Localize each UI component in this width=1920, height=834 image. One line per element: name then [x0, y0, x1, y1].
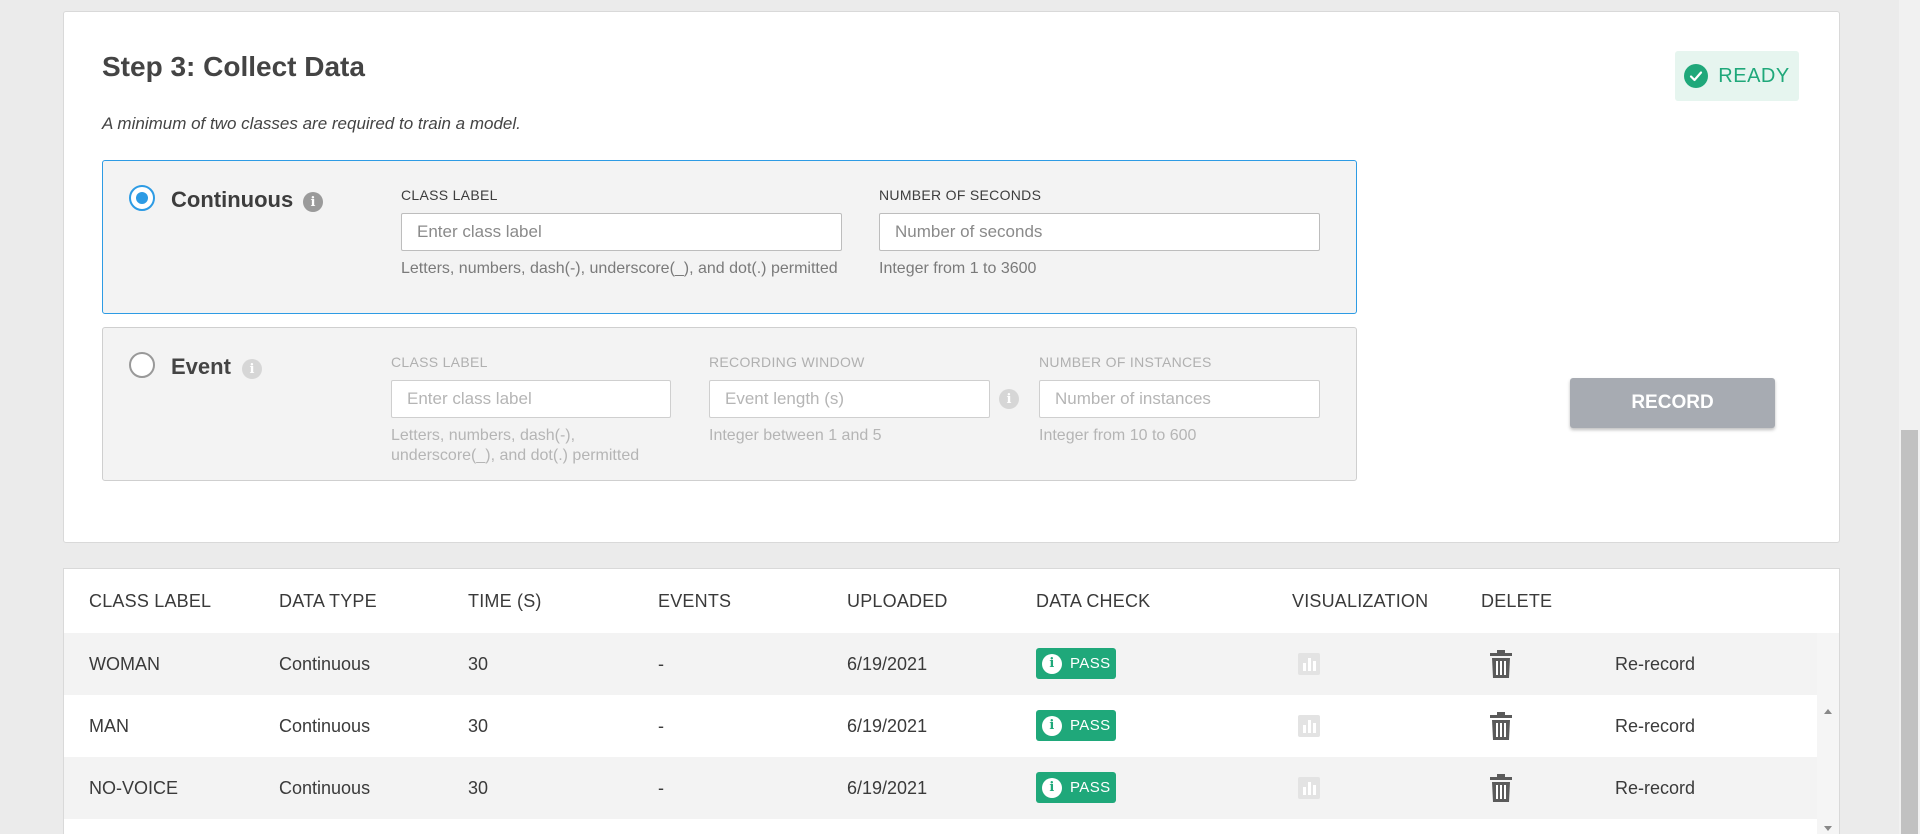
- row-time: 30: [468, 777, 489, 798]
- row-class-label: MAN: [89, 715, 129, 736]
- header-data-type: DATA TYPE: [279, 590, 377, 611]
- status-badge: READY: [1675, 51, 1799, 101]
- info-icon: i: [1042, 715, 1062, 736]
- event-class-label-help: Letters, numbers, dash(-), underscore(_)…: [391, 427, 640, 464]
- seconds-input[interactable]: [879, 213, 1320, 251]
- trash-icon[interactable]: [1490, 774, 1512, 802]
- class-data-table: CLASS LABEL DATA TYPE TIME (S) EVENTS UP…: [63, 568, 1840, 834]
- table-header: CLASS LABEL DATA TYPE TIME (S) EVENTS UP…: [64, 569, 1819, 633]
- re-record-link[interactable]: Re-record: [1615, 654, 1695, 675]
- collect-data-card: Step 3: Collect Data READY A minimum of …: [63, 11, 1840, 543]
- seconds-title: NUMBER OF SECONDS: [879, 187, 1042, 203]
- row-uploaded: 6/19/2021: [847, 653, 928, 674]
- trash-icon[interactable]: [1490, 650, 1512, 678]
- page-scrollbar[interactable]: [1899, 0, 1920, 834]
- trash-icon[interactable]: [1490, 712, 1512, 740]
- header-data-check: DATA CHECK: [1036, 590, 1151, 611]
- event-length-input[interactable]: [709, 380, 990, 418]
- page-title: Step 3: Collect Data: [102, 51, 365, 82]
- pass-badge[interactable]: i PASS: [1036, 648, 1116, 679]
- header-class-label: CLASS LABEL: [89, 590, 212, 611]
- pass-badge[interactable]: i PASS: [1036, 772, 1116, 803]
- check-circle-icon: [1684, 64, 1709, 88]
- event-option[interactable]: Event i CLASS LABEL Letters, numbers, da…: [102, 327, 1357, 481]
- recording-window-help: Integer between 1 and 5: [709, 427, 882, 444]
- row-uploaded: 6/19/2021: [847, 715, 928, 736]
- header-visualization: VISUALIZATION: [1292, 590, 1429, 611]
- bar-chart-icon[interactable]: [1297, 776, 1321, 800]
- row-data-type: Continuous: [279, 777, 371, 798]
- row-time: 30: [468, 715, 489, 736]
- recording-window-title: RECORDING WINDOW: [709, 354, 865, 370]
- status-text: READY: [1718, 64, 1790, 87]
- event-radio[interactable]: [129, 352, 155, 378]
- re-record-link[interactable]: Re-record: [1615, 778, 1695, 799]
- instances-help: Integer from 10 to 600: [1039, 427, 1197, 444]
- re-record-link[interactable]: Re-record: [1615, 716, 1695, 737]
- page-scrollbar-thumb[interactable]: [1901, 430, 1918, 834]
- info-icon[interactable]: i: [999, 389, 1019, 409]
- row-events: -: [658, 653, 664, 674]
- table-row: MAN Continuous 30 - 6/19/2021 i PASS Re-…: [64, 695, 1819, 757]
- continuous-radio[interactable]: [129, 185, 155, 211]
- continuous-option[interactable]: Continuous i CLASS LABEL Letters, number…: [102, 160, 1357, 314]
- event-class-label-input[interactable]: [391, 380, 671, 418]
- table-row: NO-VOICE Continuous 30 - 6/19/2021 i PAS…: [64, 757, 1819, 819]
- event-label: Event: [171, 354, 231, 379]
- header-uploaded: UPLOADED: [847, 590, 948, 611]
- row-events: -: [658, 777, 664, 798]
- bar-chart-icon[interactable]: [1297, 714, 1321, 738]
- bar-chart-icon[interactable]: [1297, 652, 1321, 676]
- row-uploaded: 6/19/2021: [847, 777, 928, 798]
- row-time: 30: [468, 653, 489, 674]
- record-button[interactable]: RECORD: [1570, 378, 1775, 428]
- header-events: EVENTS: [658, 590, 732, 611]
- info-icon[interactable]: i: [242, 359, 262, 379]
- info-icon: i: [1042, 653, 1062, 674]
- instances-title: NUMBER OF INSTANCES: [1039, 354, 1212, 370]
- class-label-input[interactable]: [401, 213, 842, 251]
- table-row: WOMAN Continuous 30 - 6/19/2021 i PASS R…: [64, 633, 1819, 695]
- class-label-help: Letters, numbers, dash(-), underscore(_)…: [401, 260, 838, 277]
- row-class-label: WOMAN: [89, 653, 160, 674]
- event-class-label-title: CLASS LABEL: [391, 354, 488, 370]
- header-delete: DELETE: [1481, 590, 1553, 611]
- class-label-title: CLASS LABEL: [401, 187, 498, 203]
- instances-input[interactable]: [1039, 380, 1320, 418]
- row-data-type: Continuous: [279, 715, 371, 736]
- chevron-up-icon[interactable]: [1823, 707, 1833, 715]
- table-scrollbar[interactable]: [1817, 633, 1839, 834]
- continuous-label: Continuous: [171, 187, 294, 212]
- row-data-type: Continuous: [279, 653, 371, 674]
- pass-badge[interactable]: i PASS: [1036, 710, 1116, 741]
- row-class-label: NO-VOICE: [89, 777, 179, 798]
- step-note: A minimum of two classes are required to…: [102, 114, 521, 133]
- info-icon: i: [1042, 777, 1062, 798]
- header-time: TIME (S): [468, 590, 542, 611]
- seconds-help: Integer from 1 to 3600: [879, 260, 1037, 277]
- row-events: -: [658, 715, 664, 736]
- chevron-down-icon[interactable]: [1823, 825, 1833, 833]
- info-icon[interactable]: i: [303, 192, 323, 212]
